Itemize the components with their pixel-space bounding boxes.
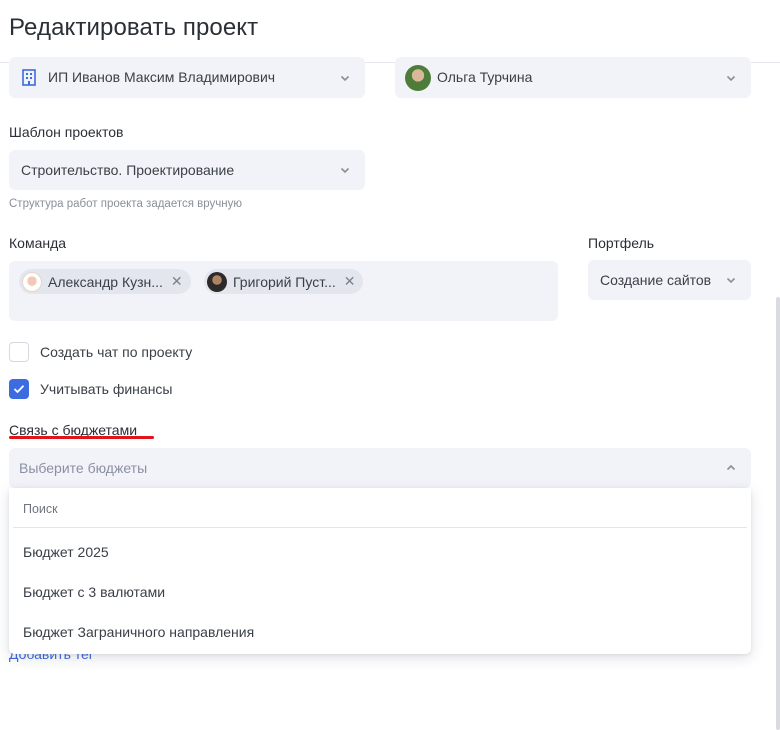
portfolio-label: Портфель [588, 235, 655, 251]
create-chat-label: Создать чат по проекту [40, 344, 193, 360]
create-chat-checkbox[interactable] [9, 342, 29, 362]
chevron-down-icon [339, 164, 351, 176]
highlight-underline [9, 436, 154, 439]
remove-member-icon[interactable]: ✕ [344, 273, 356, 290]
chevron-down-icon [339, 72, 351, 84]
budget-option[interactable]: Бюджет Заграничного направления [23, 624, 254, 640]
budget-search-input[interactable]: Поиск [23, 502, 58, 516]
budget-option[interactable]: Бюджет 2025 [23, 544, 109, 560]
team-member-chip: Александр Кузн... ✕ [19, 269, 191, 294]
portfolio-value: Создание сайтов [600, 272, 712, 288]
remove-member-icon[interactable]: ✕ [171, 273, 183, 290]
organization-value: ИП Иванов Максим Владимирович [48, 69, 276, 85]
avatar [22, 271, 42, 292]
owner-value: Ольга Турчина [437, 69, 533, 85]
chevron-down-icon [725, 72, 737, 84]
chevron-down-icon [725, 274, 737, 286]
create-chat-option[interactable]: Создать чат по проекту [9, 342, 192, 362]
team-member-chip: Григорий Пуст... ✕ [204, 269, 364, 294]
avatar [405, 65, 431, 91]
track-finance-option[interactable]: Учитывать финансы [9, 379, 173, 399]
header: Редактировать проект [0, 0, 780, 63]
team-multiselect[interactable]: Александр Кузн... ✕ Григорий Пуст... ✕ [9, 261, 558, 321]
budgets-placeholder: Выберите бюджеты [19, 460, 148, 476]
team-member-name: Григорий Пуст... [233, 273, 336, 290]
chevron-up-icon [725, 462, 737, 474]
page-title: Редактировать проект [9, 14, 259, 41]
budget-option[interactable]: Бюджет с 3 валютами [23, 584, 165, 600]
template-value: Строительство. Проектирование [21, 162, 235, 178]
building-icon [21, 69, 37, 86]
track-finance-label: Учитывать финансы [40, 381, 173, 397]
checkmark-icon [13, 385, 25, 394]
template-select[interactable]: Строительство. Проектирование [9, 150, 365, 190]
team-label: Команда [9, 235, 67, 251]
track-finance-checkbox[interactable] [9, 379, 29, 399]
template-label: Шаблон проектов [9, 124, 124, 140]
template-hint: Структура работ проекта задается вручную [9, 198, 242, 210]
portfolio-select[interactable]: Создание сайтов [588, 260, 751, 300]
team-member-name: Александр Кузн... [48, 273, 163, 290]
budgets-select[interactable]: Выберите бюджеты [9, 448, 751, 488]
scrollbar[interactable] [776, 297, 780, 730]
owner-select[interactable]: Ольга Турчина [395, 57, 751, 98]
divider [13, 527, 747, 528]
organization-select[interactable]: ИП Иванов Максим Владимирович [9, 57, 365, 98]
budgets-dropdown: Поиск Бюджет 2025 Бюджет с 3 валютами Бю… [9, 488, 751, 654]
avatar [207, 271, 227, 292]
